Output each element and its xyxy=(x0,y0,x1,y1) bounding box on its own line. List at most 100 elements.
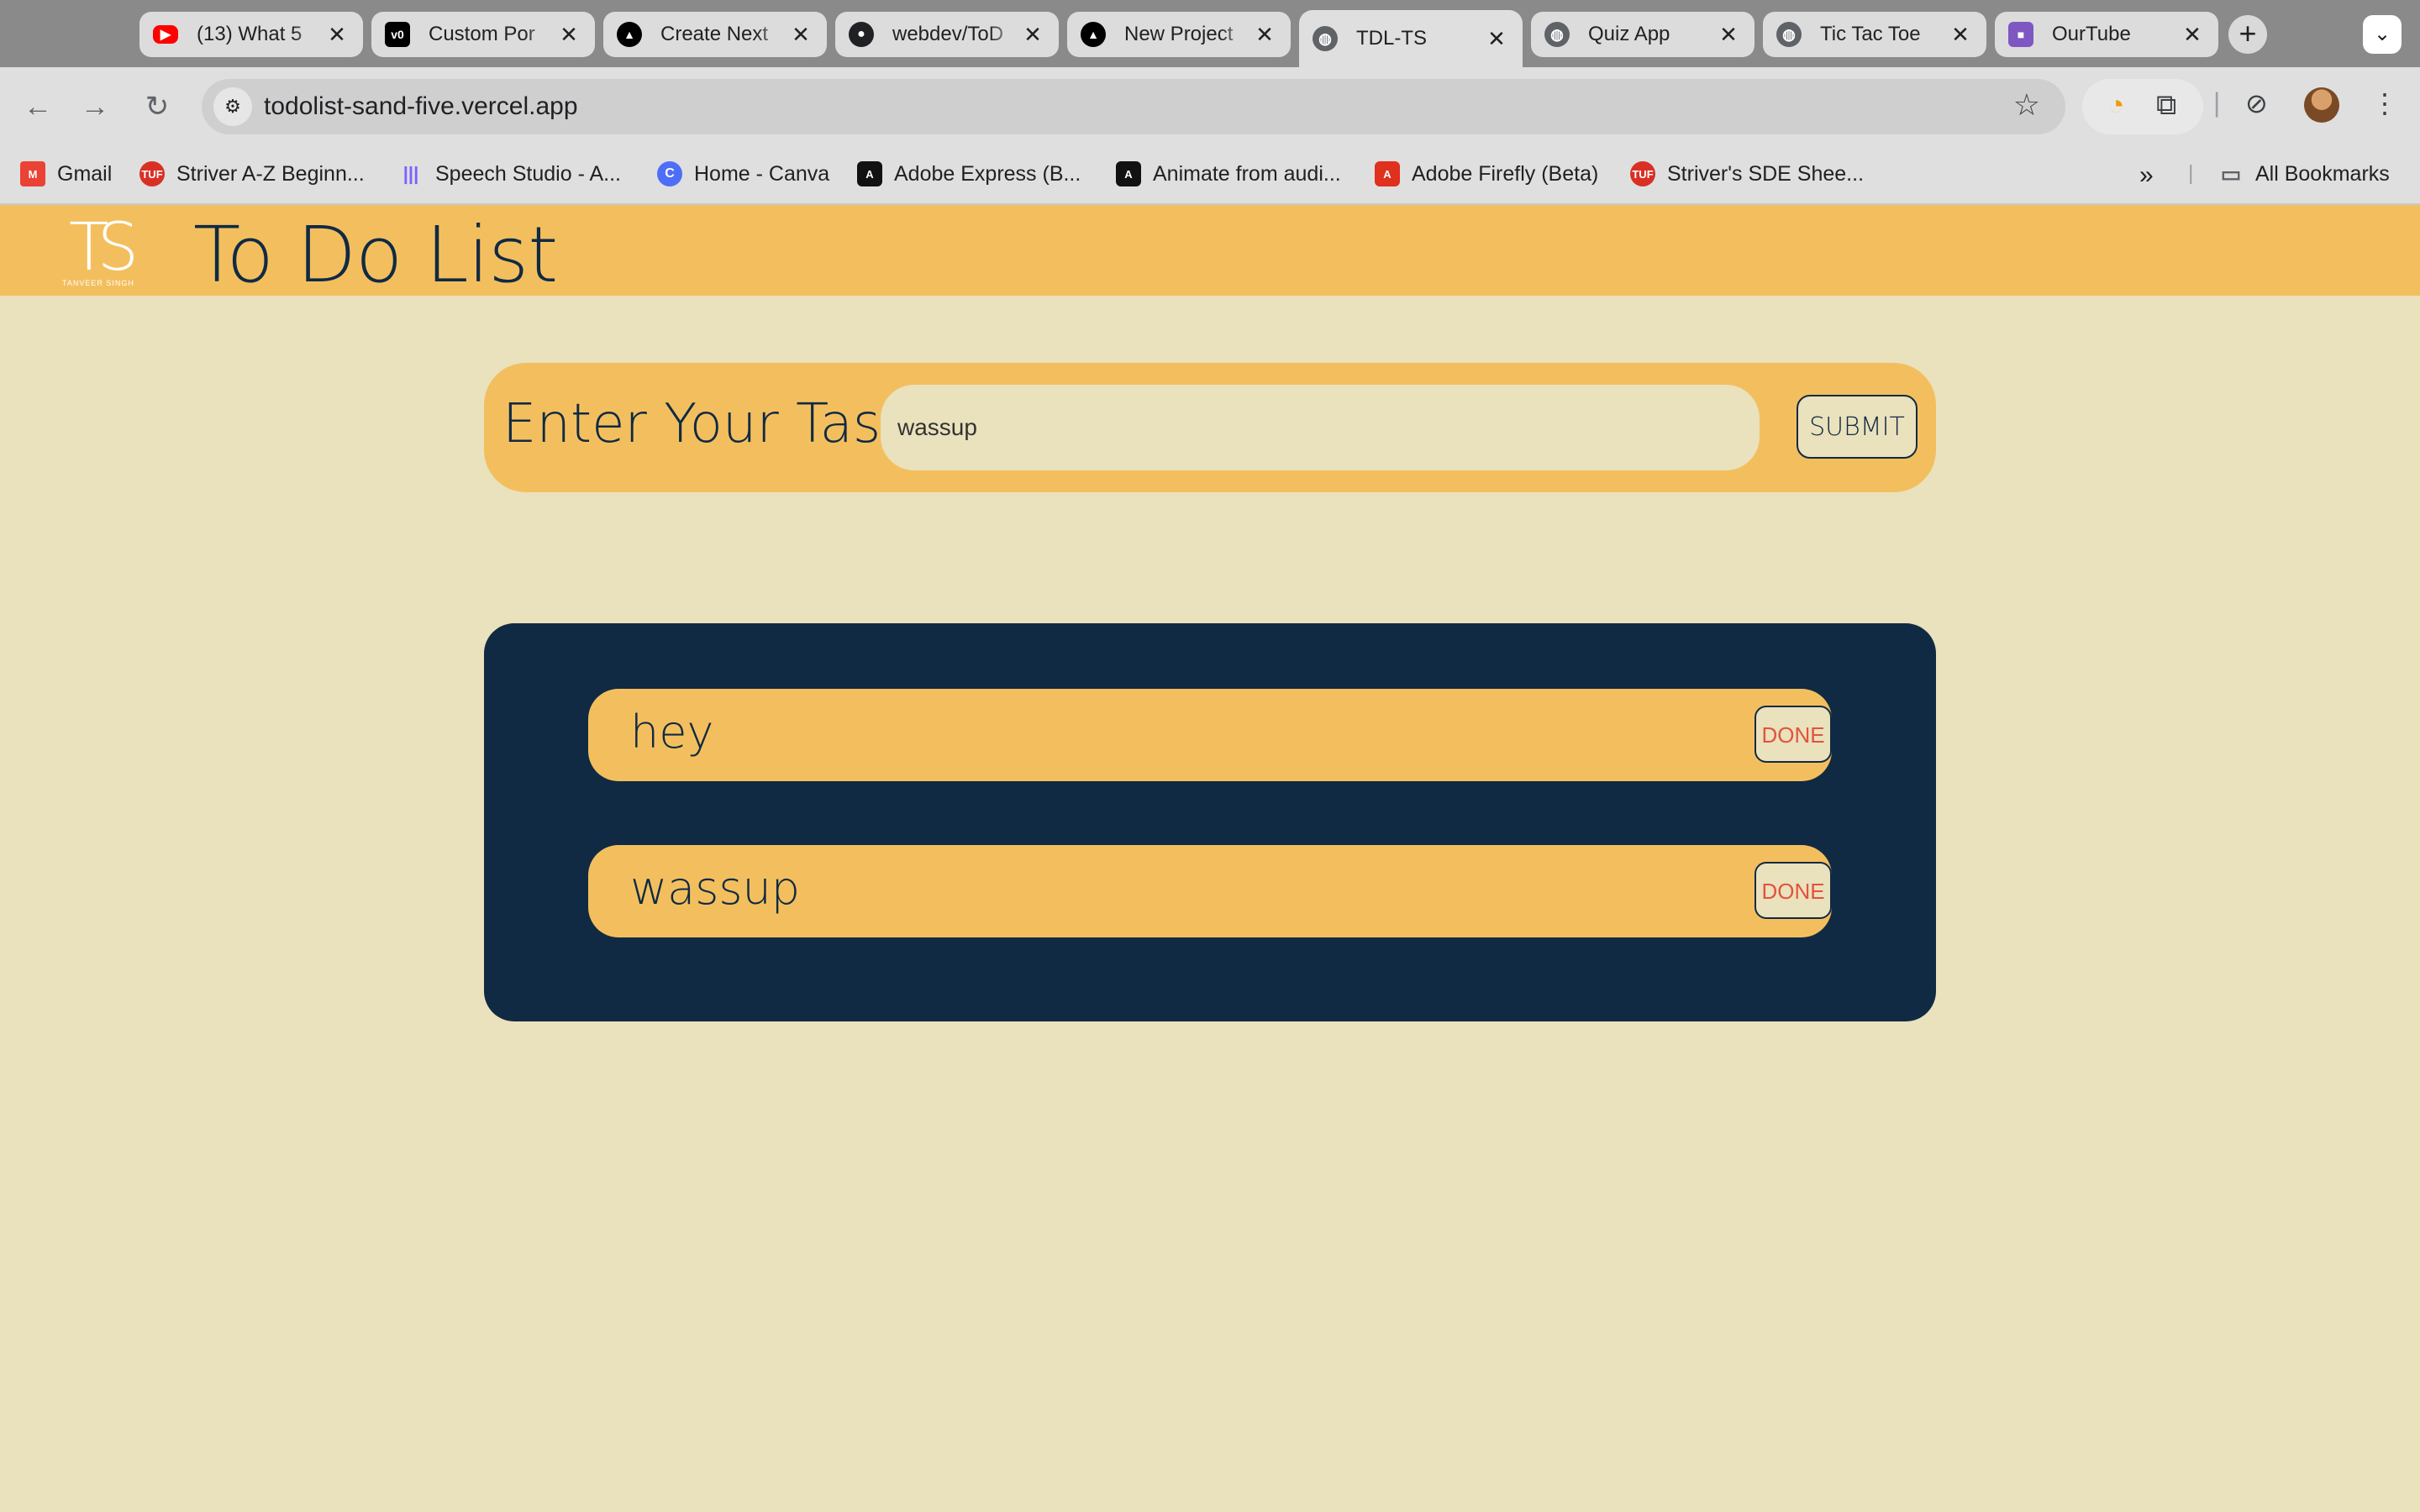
tab-new-project[interactable]: ▲ New Project ✕ xyxy=(1067,12,1291,57)
tab-title: Create Next xyxy=(660,23,769,45)
close-icon[interactable]: ✕ xyxy=(788,22,813,48)
puzzle-icon[interactable]: ⧉ xyxy=(2156,89,2176,122)
bookmark-striver-az[interactable]: TUF Striver A-Z Beginn... xyxy=(139,161,365,186)
bookmark-star-icon[interactable]: ☆ xyxy=(2013,87,2040,123)
bookmark-label: Adobe Express (B... xyxy=(894,161,1081,186)
bookmarks-bar: M Gmail TUF Striver A-Z Beginn... ||| Sp… xyxy=(0,146,2420,205)
divider: | xyxy=(2188,161,2194,185)
app-header: TS TANVEER SINGH To Do List xyxy=(0,205,2420,300)
profile-avatar[interactable] xyxy=(2304,87,2339,123)
tab-create-next[interactable]: ▲ Create Next ✕ xyxy=(603,12,827,57)
bookmark-label: Striver's SDE Shee... xyxy=(1667,161,1865,186)
task-text: wassup xyxy=(630,862,801,915)
bookmark-label: All Bookmarks xyxy=(2255,161,2390,186)
bookmark-label: Adobe Firefly (Beta) xyxy=(1412,161,1599,186)
close-icon[interactable]: ✕ xyxy=(1716,22,1741,48)
done-button[interactable]: DONE xyxy=(1754,862,1832,919)
vercel-triangle-icon: ▲ xyxy=(617,22,642,47)
tuf-icon: TUF xyxy=(139,161,165,186)
bookmark-striver-sde[interactable]: TUF Striver's SDE Shee... xyxy=(1630,161,1864,186)
close-icon[interactable]: ✕ xyxy=(2180,22,2205,48)
extension-icon[interactable]: ◔ xyxy=(2107,89,2125,122)
tab-title: webdev/ToD xyxy=(892,23,1004,45)
tab-custom-portfolio[interactable]: v0 Custom Por ✕ xyxy=(371,12,595,57)
site-info-icon[interactable]: ⚙ xyxy=(213,87,252,126)
task-list: hey DONE wassup DONE xyxy=(484,623,1936,1021)
all-bookmarks-button[interactable]: ▭ All Bookmarks xyxy=(2218,161,2390,186)
tab-github[interactable]: ● webdev/ToD ✕ xyxy=(835,12,1059,57)
tab-strip: ▶ (13) What 5 ✕ v0 Custom Por ✕ ▲ Create… xyxy=(0,0,2420,67)
submit-button[interactable]: SUBMIT xyxy=(1797,395,1918,459)
close-icon[interactable]: ✕ xyxy=(1484,26,1509,52)
gmail-icon: M xyxy=(20,161,45,186)
tab-title: New Project xyxy=(1124,23,1234,45)
task-text: hey xyxy=(630,706,714,759)
tab-search-button[interactable]: ⌄ xyxy=(2363,15,2402,54)
task-input[interactable] xyxy=(881,385,1760,470)
tab-title: TDL-TS xyxy=(1356,27,1427,50)
close-icon[interactable]: ✕ xyxy=(324,22,350,48)
tab-title: Tic Tac Toe xyxy=(1820,23,1921,45)
globe-icon: ◍ xyxy=(1544,22,1570,47)
tab-quiz-app[interactable]: ◍ Quiz App ✕ xyxy=(1531,12,1754,57)
tab-title: Quiz App xyxy=(1588,23,1670,45)
task-form: Enter Your Task SUBMIT xyxy=(484,363,1936,492)
globe-icon: ◍ xyxy=(1776,22,1802,47)
bookmark-label: Home - Canva xyxy=(694,161,830,186)
bookmark-speech-studio[interactable]: ||| Speech Studio - A... xyxy=(398,161,621,186)
close-icon[interactable]: ✕ xyxy=(556,22,581,48)
tuf-icon: TUF xyxy=(1630,161,1655,186)
bookmark-label: Speech Studio - A... xyxy=(435,161,621,186)
adobe-express-icon: A xyxy=(857,161,882,186)
logo: TS TANVEER SINGH xyxy=(62,210,139,291)
bookmark-label: Gmail xyxy=(57,161,113,186)
performance-icon[interactable]: ⊘ xyxy=(2245,87,2268,119)
bookmark-adobe-firefly[interactable]: A Adobe Firefly (Beta) xyxy=(1375,161,1598,186)
extensions-group: ◔ ⧉ xyxy=(2082,79,2203,134)
url-text: todolist-sand-five.vercel.app xyxy=(264,92,578,120)
close-icon[interactable]: ✕ xyxy=(1252,22,1277,48)
divider: | xyxy=(2213,87,2221,118)
adobe-firefly-icon: A xyxy=(1375,161,1400,186)
tab-youtube[interactable]: ▶ (13) What 5 ✕ xyxy=(139,12,363,57)
github-icon: ● xyxy=(849,22,874,47)
audio-wave-icon: ||| xyxy=(402,163,419,184)
bookmark-animate-audio[interactable]: A Animate from audi... xyxy=(1116,161,1341,186)
tab-title: Custom Por xyxy=(429,23,535,45)
close-icon[interactable]: ✕ xyxy=(1948,22,1973,48)
logo-tagline: TANVEER SINGH xyxy=(62,279,134,287)
close-icon[interactable]: ✕ xyxy=(1020,22,1045,48)
address-bar[interactable]: ⚙ todolist-sand-five.vercel.app ☆ xyxy=(202,79,2065,134)
more-bookmarks-icon[interactable]: » xyxy=(2139,161,2154,190)
bookmark-gmail[interactable]: M Gmail xyxy=(20,161,112,186)
bookmark-adobe-express[interactable]: A Adobe Express (B... xyxy=(857,161,1081,186)
globe-icon: ◍ xyxy=(1313,26,1338,51)
tab-tdl-ts[interactable]: ◍ TDL-TS ✕ xyxy=(1299,10,1523,67)
forward-icon[interactable]: → xyxy=(76,87,114,126)
video-camera-icon: ■ xyxy=(2008,22,2033,47)
logo-monogram: TS xyxy=(69,210,139,286)
vercel-triangle-icon: ▲ xyxy=(1081,22,1106,47)
task-input-label: Enter Your Task xyxy=(502,393,913,455)
done-button[interactable]: DONE xyxy=(1754,706,1832,763)
reload-icon[interactable]: ↻ xyxy=(138,87,176,126)
kebab-menu-icon[interactable]: ⋮ xyxy=(2371,87,2398,119)
page-title: To Do List xyxy=(193,210,558,300)
list-item: hey DONE xyxy=(588,689,1832,781)
youtube-icon: ▶ xyxy=(153,25,178,44)
tab-title: OurTube xyxy=(2052,23,2131,45)
tab-tic-tac-toe[interactable]: ◍ Tic Tac Toe ✕ xyxy=(1763,12,1986,57)
folder-icon: ▭ xyxy=(2220,160,2242,186)
list-item: wassup DONE xyxy=(588,845,1832,937)
vercel-v0-icon: v0 xyxy=(385,22,410,47)
bookmark-label: Animate from audi... xyxy=(1153,161,1341,186)
back-icon[interactable]: ← xyxy=(18,87,57,126)
tab-ourtube[interactable]: ■ OurTube ✕ xyxy=(1995,12,2218,57)
bookmark-label: Striver A-Z Beginn... xyxy=(176,161,365,186)
adobe-express-icon: A xyxy=(1116,161,1141,186)
new-tab-button[interactable]: + xyxy=(2228,15,2267,54)
bookmark-canva[interactable]: C Home - Canva xyxy=(657,161,829,186)
canva-icon: C xyxy=(657,161,682,186)
tab-title: (13) What 5 xyxy=(197,23,302,45)
browser-toolbar: ← → ↻ ⚙ todolist-sand-five.vercel.app ☆ … xyxy=(0,67,2420,146)
